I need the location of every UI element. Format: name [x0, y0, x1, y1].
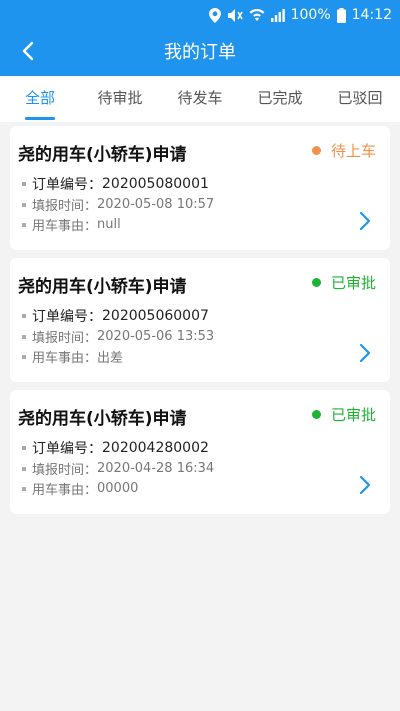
- reason-label: 用车事由：: [32, 483, 98, 498]
- chevron-right-icon[interactable]: [358, 474, 372, 496]
- reason-label: 用车事由：: [32, 219, 98, 234]
- order-number: 202005060007: [102, 308, 209, 324]
- tab-pending-dispatch[interactable]: 待发车: [160, 76, 240, 122]
- order-title: 尧的用车(小轿车)申请: [18, 277, 187, 297]
- status-dot: [311, 410, 321, 419]
- reason: 00000: [97, 481, 139, 496]
- order-number-row: 订单编号： 202004280002: [22, 438, 209, 458]
- clock: 14:12: [351, 7, 392, 23]
- fill-time-row: 填报时间： 2020-05-06 13:53: [22, 327, 214, 346]
- order-list: 尧的用车(小轿车)申请 待上车 订单编号： 202005080001 填报时间：…: [10, 126, 390, 522]
- bullet-icon: [22, 486, 26, 491]
- fill-time: 2020-05-08 10:57: [97, 197, 215, 212]
- bullet-icon: [22, 466, 26, 471]
- reason: 出差: [97, 351, 124, 366]
- fill-time: 2020-04-28 16:34: [97, 461, 215, 476]
- status-badge: 待上车: [311, 140, 376, 161]
- battery-percent: 100%: [290, 7, 331, 23]
- status-dot: [311, 146, 321, 155]
- tab-pending-approval[interactable]: 待审批: [80, 76, 160, 122]
- chevron-right-icon[interactable]: [358, 342, 372, 364]
- fill-time-label: 填报时间：: [32, 331, 98, 346]
- order-number: 202005080001: [102, 176, 209, 192]
- bullet-icon: [22, 314, 26, 318]
- reason-row: 用车事由： null: [22, 215, 121, 234]
- reason-row: 用车事由： 出差: [22, 347, 123, 366]
- page-title: 我的订单: [164, 42, 236, 63]
- bullet-icon: [22, 182, 26, 186]
- battery-icon: [336, 7, 346, 23]
- order-number-label: 订单编号：: [32, 441, 102, 457]
- tab-all[interactable]: 全部: [0, 76, 80, 122]
- bullet-icon: [22, 334, 26, 339]
- order-number-label: 订单编号：: [32, 177, 102, 193]
- order-title: 尧的用车(小轿车)申请: [18, 145, 187, 165]
- mute-icon: [227, 8, 243, 22]
- chevron-right-icon[interactable]: [358, 210, 372, 232]
- signal-icon: [270, 8, 285, 22]
- tab-rejected[interactable]: 已驳回: [320, 76, 400, 122]
- bullet-icon: [22, 202, 26, 207]
- fill-time: 2020-05-06 13:53: [97, 329, 215, 344]
- order-number-row: 订单编号： 202005060007: [22, 306, 209, 326]
- tab-completed[interactable]: 已完成: [240, 76, 320, 122]
- fill-time-row: 填报时间： 2020-05-08 10:57: [22, 195, 214, 214]
- order-number-label: 订单编号：: [32, 309, 102, 325]
- status-label: 已审批: [330, 274, 376, 292]
- bullet-icon: [22, 446, 26, 450]
- order-card[interactable]: 尧的用车(小轿车)申请 待上车 订单编号： 202005080001 填报时间：…: [10, 126, 390, 250]
- status-badge: 已审批: [311, 272, 376, 293]
- order-card[interactable]: 尧的用车(小轿车)申请 已审批 订单编号： 202004280002 填报时间：…: [10, 390, 390, 514]
- app-header: 100% 14:12 我的订单: [0, 0, 400, 76]
- order-tabs: 全部 待审批 待发车 已完成 已驳回: [0, 76, 400, 122]
- order-card[interactable]: 尧的用车(小轿车)申请 已审批 订单编号： 202005060007 填报时间：…: [10, 258, 390, 382]
- bullet-icon: [22, 354, 26, 359]
- reason: null: [97, 217, 121, 232]
- wifi-icon: [249, 9, 265, 21]
- status-bar: 100% 14:12: [208, 5, 392, 25]
- status-dot: [311, 278, 321, 287]
- reason-label: 用车事由：: [32, 351, 98, 366]
- reason-row: 用车事由： 00000: [22, 479, 138, 498]
- order-number-row: 订单编号： 202005080001: [22, 174, 209, 194]
- status-badge: 已审批: [311, 404, 376, 425]
- order-title: 尧的用车(小轿车)申请: [18, 409, 187, 429]
- fill-time-label: 填报时间：: [32, 199, 98, 214]
- status-label: 已审批: [330, 406, 376, 424]
- status-label: 待上车: [330, 142, 376, 160]
- order-number: 202004280002: [102, 440, 209, 456]
- fill-time-row: 填报时间： 2020-04-28 16:34: [22, 459, 214, 478]
- bullet-icon: [22, 222, 26, 227]
- fill-time-label: 填报时间：: [32, 463, 98, 478]
- location-icon: [208, 7, 221, 23]
